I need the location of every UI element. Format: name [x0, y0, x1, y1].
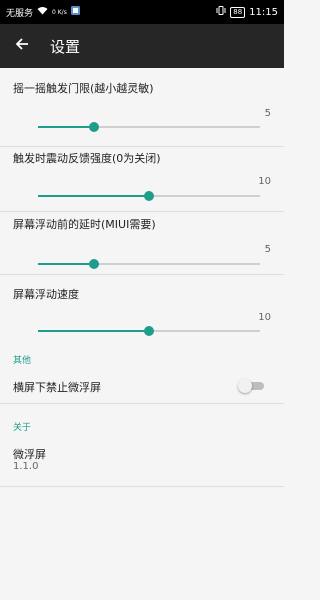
- float-delay-label: 屏幕浮动前的延时(MIUI需要): [13, 218, 156, 231]
- vibration-strength-slider[interactable]: [38, 189, 260, 203]
- divider: [0, 403, 284, 404]
- float-delay-value: 5: [264, 244, 271, 255]
- back-button[interactable]: [0, 24, 44, 68]
- app-name: 微浮屏: [13, 448, 46, 461]
- app-bar: 设置: [0, 24, 284, 68]
- slider-fill: [38, 263, 94, 265]
- slider-fill: [38, 195, 149, 197]
- status-left: 无服务 0 K/s: [6, 6, 80, 19]
- status-right: 88 11:15: [216, 6, 278, 18]
- carrier-text: 无服务: [6, 8, 34, 19]
- app-version: 1.1.0: [13, 461, 39, 472]
- vibration-strength-value: 10: [258, 176, 271, 187]
- divider: [0, 274, 284, 275]
- settings-list: 摇一摇触发门限(越小越灵敏) 5 触发时震动反馈强度(0为关闭) 10 屏幕浮动…: [0, 68, 284, 600]
- slider-thumb[interactable]: [144, 326, 154, 336]
- slider-thumb[interactable]: [144, 191, 154, 201]
- shake-threshold-slider[interactable]: [38, 120, 260, 134]
- arrow-left-icon: [14, 36, 30, 56]
- page-title: 设置: [50, 37, 81, 56]
- slider-thumb[interactable]: [88, 122, 99, 132]
- divider: [0, 486, 284, 487]
- float-speed-slider[interactable]: [38, 324, 260, 338]
- network-speed: 0 K/s: [52, 8, 67, 16]
- divider: [0, 211, 284, 212]
- section-header-about: 关于: [13, 423, 32, 433]
- toggle-knob: [238, 379, 252, 393]
- slider-thumb[interactable]: [88, 259, 99, 269]
- vibrate-icon: [216, 6, 226, 18]
- shake-threshold-value: 5: [264, 108, 271, 119]
- notification-app-icon: [70, 6, 80, 18]
- battery-icon: 88: [230, 6, 246, 18]
- wifi-icon: [37, 6, 48, 18]
- divider: [0, 146, 284, 147]
- landscape-disable-label: 横屏下禁止微浮屏: [13, 381, 101, 394]
- slider-fill: [38, 330, 149, 332]
- slider-fill: [38, 126, 94, 128]
- float-delay-slider[interactable]: [38, 257, 260, 271]
- section-header-other: 其他: [13, 356, 32, 366]
- shake-threshold-label: 摇一摇触发门限(越小越灵敏): [13, 82, 154, 95]
- battery-level: 88: [233, 8, 243, 16]
- float-speed-label: 屏幕浮动速度: [13, 288, 79, 301]
- float-speed-value: 10: [258, 312, 271, 323]
- status-bar: 无服务 0 K/s 88 11:15: [0, 0, 284, 24]
- landscape-disable-toggle[interactable]: [238, 379, 264, 393]
- vibration-strength-label: 触发时震动反馈强度(0为关闭): [13, 152, 161, 165]
- clock: 11:15: [249, 6, 278, 18]
